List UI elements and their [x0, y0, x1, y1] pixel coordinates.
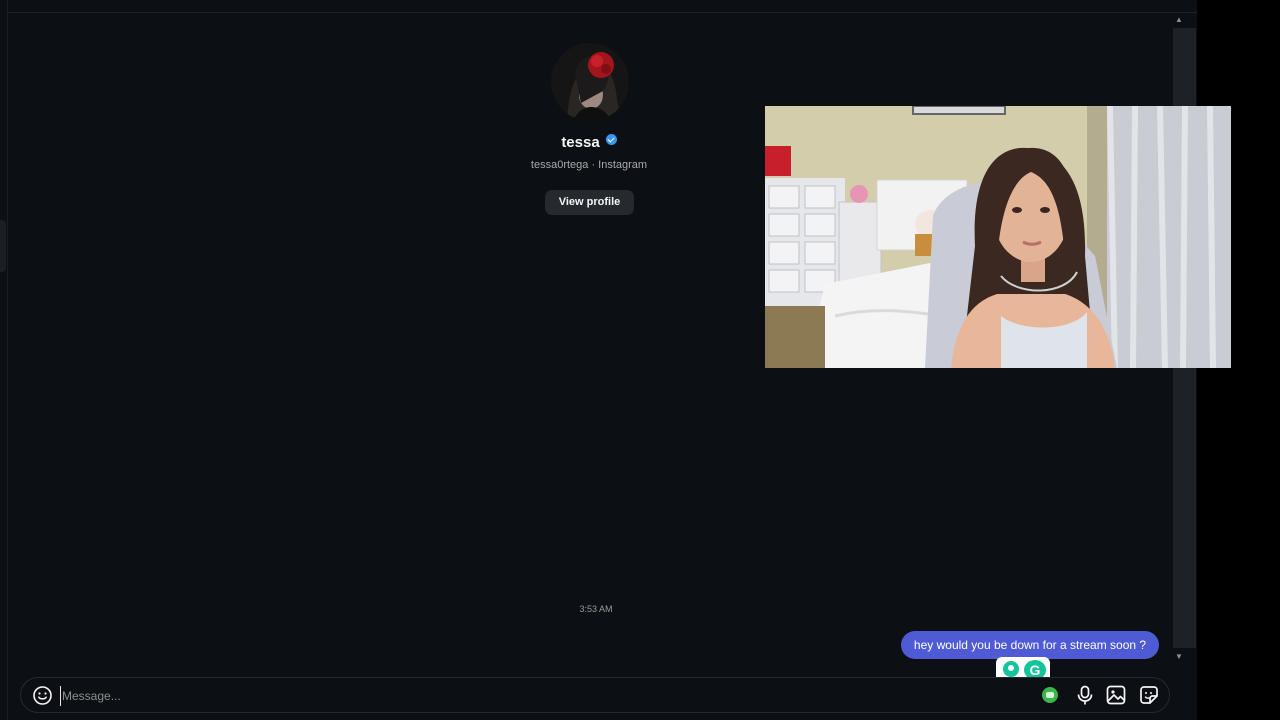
- image-icon[interactable]: [1105, 684, 1127, 706]
- profile-username: tessa0rtega · Instagram: [530, 159, 648, 171]
- profile-name: tessa: [520, 134, 658, 151]
- message-input[interactable]: [60, 686, 960, 706]
- left-panel-edge: [0, 0, 8, 720]
- header-divider: [0, 12, 1197, 13]
- extension-icon[interactable]: [1042, 687, 1058, 703]
- left-panel-handle[interactable]: [0, 220, 6, 272]
- smile-icon[interactable]: [32, 685, 53, 706]
- sticker-icon[interactable]: [1138, 684, 1160, 706]
- profile-avatar[interactable]: [551, 43, 629, 121]
- webcam-overlay: [765, 106, 1231, 368]
- view-profile-button[interactable]: View profile: [545, 190, 634, 215]
- microphone-icon[interactable]: [1074, 684, 1096, 706]
- location-pin-icon[interactable]: [1003, 661, 1019, 677]
- verified-badge-icon: [605, 134, 617, 145]
- profile-name-text: tessa: [561, 134, 600, 151]
- message-timestamp: 3:53 AM: [579, 604, 613, 614]
- scroll-up-arrow-icon[interactable]: ▲: [1174, 16, 1184, 24]
- scroll-down-arrow-icon[interactable]: ▼: [1174, 653, 1184, 661]
- sent-message-bubble[interactable]: hey would you be down for a stream soon …: [901, 631, 1159, 659]
